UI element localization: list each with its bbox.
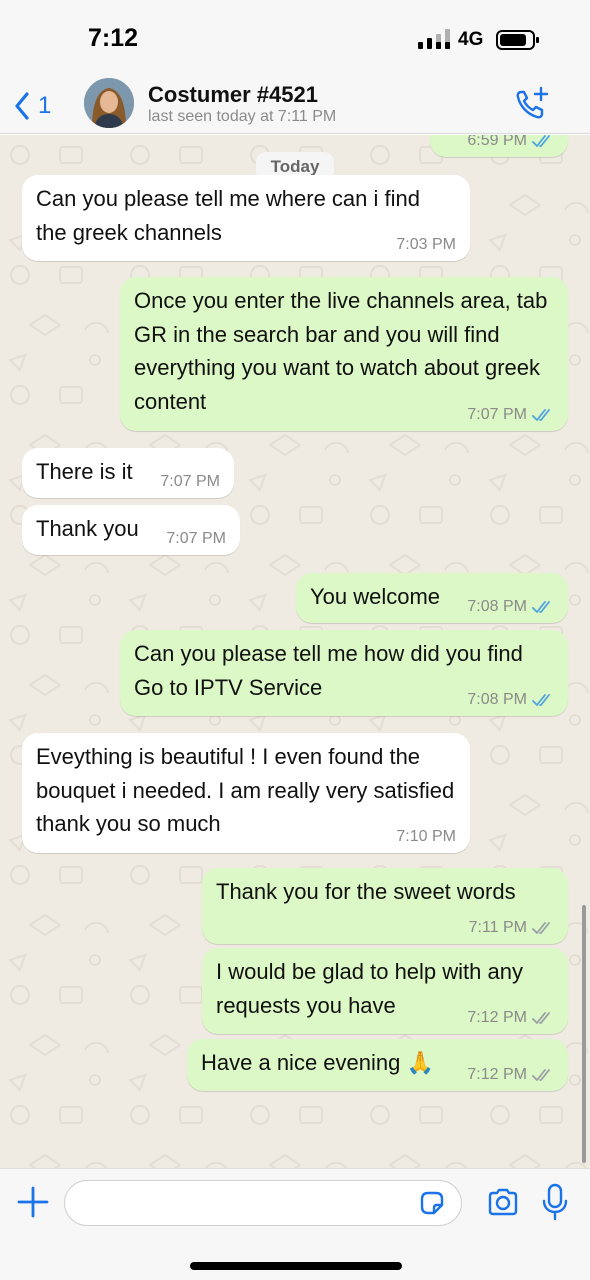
back-button[interactable]: 1	[14, 86, 51, 126]
message-meta: 7:12 PM	[467, 1008, 554, 1028]
message-time: 6:59 PM	[467, 135, 527, 149]
message-incoming[interactable]: Can you please tell me where can i find …	[22, 175, 470, 261]
double-check-icon	[532, 694, 550, 706]
home-indicator[interactable]	[190, 1262, 402, 1270]
message-incoming[interactable]: There is it 7:07 PM	[22, 448, 234, 498]
double-check-icon	[532, 135, 550, 147]
contact-last-seen: last seen today at 7:11 PM	[148, 108, 337, 125]
message-meta: 7:10 PM	[396, 827, 456, 847]
message-text: Can you please tell me where can i find …	[36, 186, 420, 245]
message-time: 7:12 PM	[467, 1009, 527, 1026]
status-time: 7:12	[88, 24, 139, 52]
message-time: 7:08 PM	[467, 691, 527, 708]
add-call-icon[interactable]	[512, 84, 552, 124]
battery-icon	[496, 30, 539, 50]
camera-icon[interactable]	[486, 1185, 520, 1219]
message-meta: 7:12 PM	[467, 1065, 554, 1085]
message-time: 7:10 PM	[396, 828, 456, 845]
message-time: 7:07 PM	[166, 530, 226, 547]
message-meta: 7:07 PM	[166, 529, 226, 549]
back-chevron-icon	[15, 92, 29, 120]
message-meta: 6:59 PM	[467, 135, 554, 151]
network-type: 4G	[458, 29, 484, 50]
message-input[interactable]	[64, 1180, 462, 1226]
contact-name[interactable]: Costumer #4521	[148, 82, 318, 108]
cellular-signal-icon	[418, 29, 450, 49]
double-check-icon	[532, 1012, 550, 1024]
message-time: 7:08 PM	[467, 598, 527, 615]
message-outgoing[interactable]: You welcome 7:08 PM	[296, 573, 568, 623]
double-check-icon	[532, 409, 550, 421]
message-text: Eveything is beautiful ! I even found th…	[36, 744, 455, 836]
message-time: 7:07 PM	[467, 406, 527, 423]
message-incoming[interactable]: Thank you 7:07 PM	[22, 505, 240, 555]
plus-icon[interactable]	[16, 1185, 50, 1219]
message-time: 7:07 PM	[160, 473, 220, 490]
message-time: 7:03 PM	[396, 236, 456, 253]
message-outgoing[interactable]: I would be glad to help with any request…	[202, 948, 568, 1034]
message-text: Thank you for the sweet words	[216, 879, 516, 904]
avatar[interactable]	[84, 78, 134, 128]
message-meta: 7:07 PM	[467, 405, 554, 425]
double-check-icon	[532, 601, 550, 613]
chat-header: 1 Costumer #4521 last seen today at 7:11…	[0, 78, 590, 134]
input-bar	[0, 1168, 590, 1280]
message-time: 7:11 PM	[468, 919, 527, 936]
status-bar: 7:12 4G	[0, 0, 590, 78]
message-time: 7:12 PM	[467, 1066, 527, 1083]
double-check-icon	[532, 922, 550, 934]
message-meta: 7:11 PM	[469, 918, 554, 938]
scrollbar[interactable]	[582, 905, 586, 1163]
message-meta: 7:08 PM	[467, 690, 554, 710]
avatar-photo	[84, 78, 134, 128]
message-meta: 7:07 PM	[160, 472, 220, 492]
message-outgoing[interactable]: Have a nice evening 🙏 7:12 PM	[187, 1039, 568, 1091]
unread-count: 1	[38, 92, 52, 119]
message-outgoing[interactable]: Once you enter the live channels area, t…	[120, 277, 568, 431]
message-outgoing[interactable]: Thank you for the sweet words 7:11 PM	[202, 868, 568, 944]
message-text: Once you enter the live channels area, t…	[134, 288, 548, 414]
message-meta: 7:03 PM	[396, 235, 456, 255]
chat-area[interactable]: 6:59 PM Today Can you please tell me whe…	[0, 135, 590, 1168]
double-check-icon	[532, 1069, 550, 1081]
message-meta: 7:08 PM	[467, 597, 554, 617]
message-outgoing[interactable]: 6:59 PM	[430, 135, 568, 157]
microphone-icon[interactable]	[542, 1183, 568, 1221]
sticker-icon[interactable]	[418, 1189, 446, 1217]
message-incoming[interactable]: Eveything is beautiful ! I even found th…	[22, 733, 470, 853]
message-outgoing[interactable]: Can you please tell me how did you find …	[120, 630, 568, 716]
